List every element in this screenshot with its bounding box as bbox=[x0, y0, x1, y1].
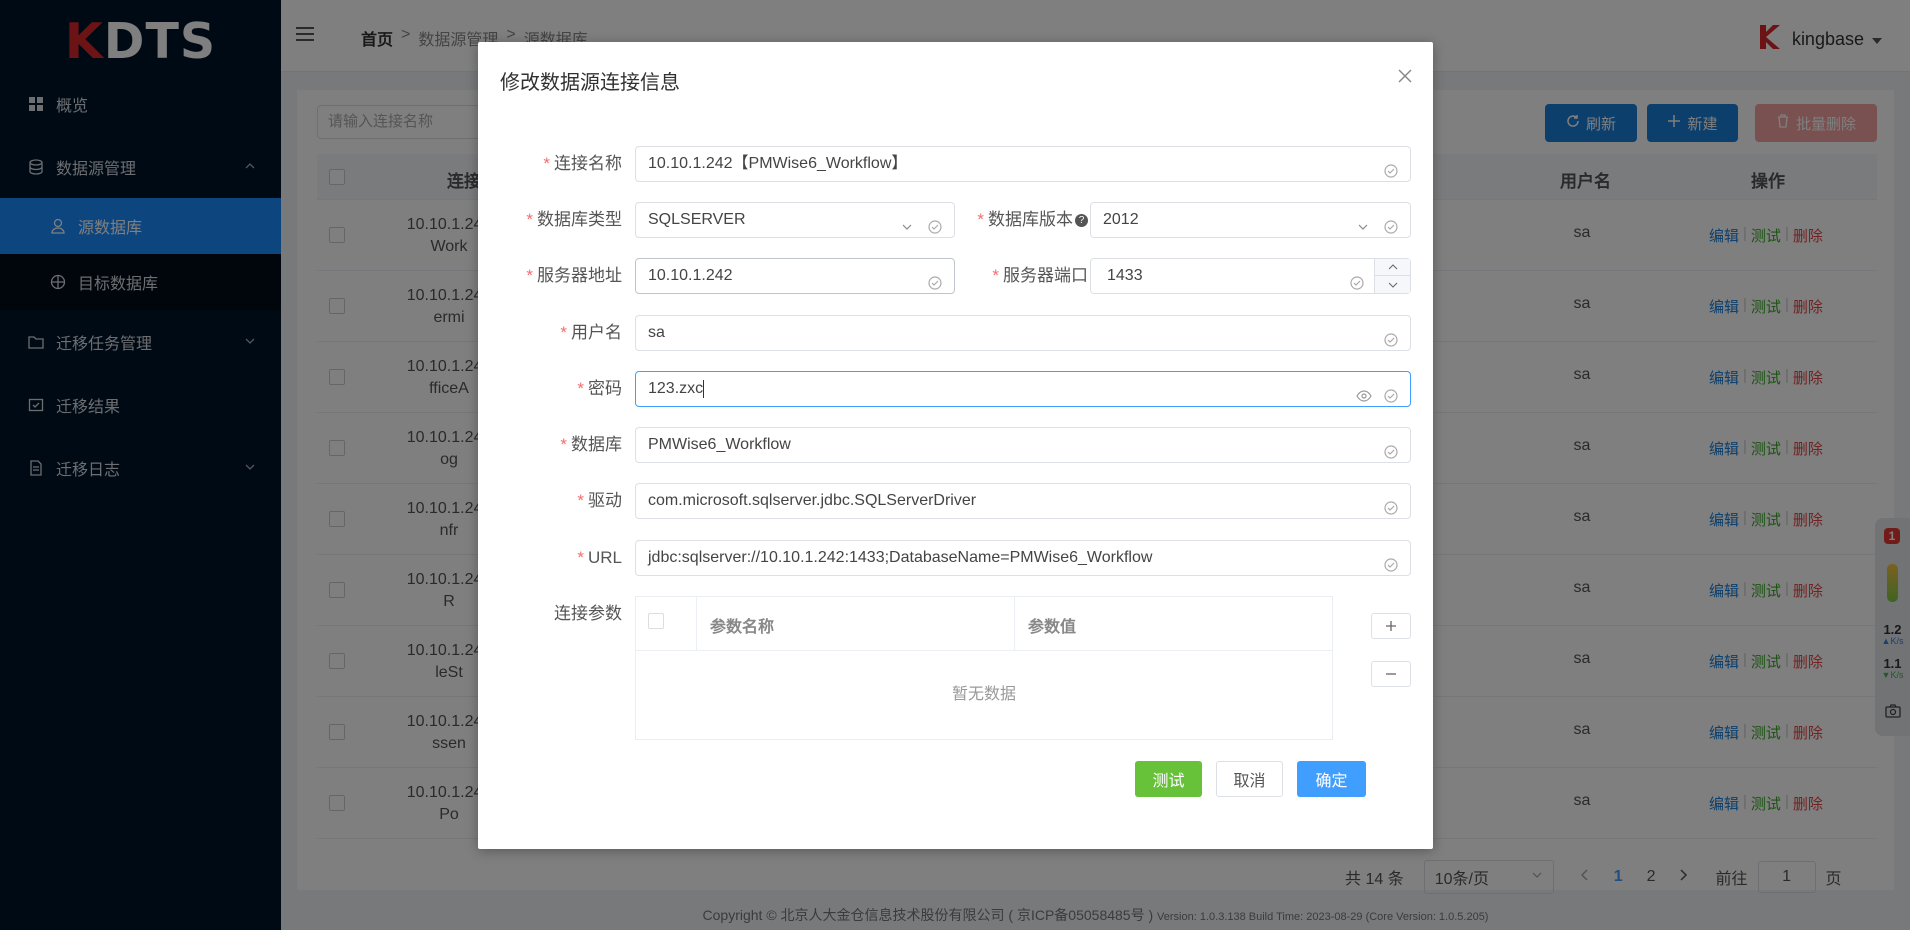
db-type-select[interactable]: SQLSERVER bbox=[635, 202, 955, 238]
params-label: 连接参数 bbox=[554, 604, 622, 623]
db-type-value: SQLSERVER bbox=[648, 211, 746, 228]
db-type-label: * 数据库类型 bbox=[526, 210, 622, 229]
check-circle-icon bbox=[928, 269, 942, 290]
server-port-label: * 服务器端口 bbox=[992, 266, 1088, 285]
check-circle-icon bbox=[1350, 269, 1364, 290]
column-param-value: 参数值 bbox=[1028, 619, 1077, 636]
add-param-button[interactable] bbox=[1371, 613, 1411, 639]
url-value: jdbc:sqlserver://10.10.1.242:1433;Databa… bbox=[648, 549, 1153, 566]
server-addr-label: * 服务器地址 bbox=[526, 266, 622, 285]
server-addr-value: 10.10.1.242 bbox=[648, 267, 733, 284]
chevron-down-icon bbox=[1356, 213, 1370, 230]
edit-connection-dialog: 修改数据源连接信息 * 连接名称 10.10.1.242【PMWise6_Work… bbox=[478, 42, 1433, 849]
username-label: * 用户名 bbox=[560, 323, 622, 342]
conn-name-value: 10.10.1.242【PMWise6_Workflow】 bbox=[648, 155, 908, 172]
username-value: sa bbox=[648, 324, 665, 341]
check-circle-icon bbox=[1384, 494, 1398, 515]
password-label: * 密码 bbox=[577, 379, 622, 398]
server-port-value: 1433 bbox=[1107, 267, 1143, 284]
password-input[interactable]: 123.zxc bbox=[635, 371, 1411, 407]
cancel-button[interactable]: 取消 bbox=[1216, 761, 1283, 797]
test-button[interactable]: 测试 bbox=[1135, 761, 1202, 797]
check-circle-icon bbox=[1384, 438, 1398, 459]
database-input[interactable]: PMWise6_Workflow bbox=[635, 427, 1411, 463]
server-addr-input[interactable]: 10.10.1.242 bbox=[635, 258, 955, 294]
close-icon[interactable] bbox=[1397, 68, 1413, 84]
check-circle-icon bbox=[1384, 382, 1398, 403]
database-label: * 数据库 bbox=[560, 435, 622, 454]
driver-value: com.microsoft.sqlserver.jdbc.SQLServerDr… bbox=[648, 492, 977, 509]
params-table: 参数名称 参数值 暂无数据 bbox=[635, 596, 1333, 740]
password-value: 123.zxc bbox=[648, 380, 704, 397]
server-port-input[interactable]: 1433 bbox=[1090, 258, 1411, 294]
divider bbox=[1014, 597, 1015, 651]
chevron-down-icon bbox=[900, 213, 914, 230]
driver-label: * 驱动 bbox=[577, 491, 622, 510]
url-input[interactable]: jdbc:sqlserver://10.10.1.242:1433;Databa… bbox=[635, 540, 1411, 576]
check-circle-icon bbox=[1384, 157, 1398, 178]
confirm-button[interactable]: 确定 bbox=[1297, 761, 1366, 797]
params-header: 参数名称 参数值 bbox=[636, 597, 1332, 651]
db-version-select[interactable]: 2012 bbox=[1090, 202, 1411, 238]
db-version-value: 2012 bbox=[1103, 211, 1139, 228]
remove-param-button[interactable] bbox=[1371, 661, 1411, 687]
check-circle-icon bbox=[928, 213, 942, 234]
help-icon[interactable]: ? bbox=[1075, 214, 1088, 228]
check-circle-icon bbox=[1384, 326, 1398, 347]
username-input[interactable]: sa bbox=[635, 315, 1411, 351]
database-value: PMWise6_Workflow bbox=[648, 436, 791, 453]
check-circle-icon bbox=[1384, 551, 1398, 572]
divider bbox=[696, 597, 697, 651]
port-increase-button[interactable] bbox=[1374, 259, 1410, 276]
conn-name-label: * 连接名称 bbox=[543, 154, 622, 173]
column-param-name: 参数名称 bbox=[710, 619, 775, 636]
text-cursor bbox=[703, 379, 705, 398]
driver-input[interactable]: com.microsoft.sqlserver.jdbc.SQLServerDr… bbox=[635, 483, 1411, 519]
eye-icon[interactable] bbox=[1356, 382, 1372, 402]
port-decrease-button[interactable] bbox=[1374, 276, 1410, 293]
conn-name-input[interactable]: 10.10.1.242【PMWise6_Workflow】 bbox=[635, 146, 1411, 182]
url-label: * URL bbox=[577, 548, 622, 567]
dialog-title: 修改数据源连接信息 bbox=[500, 72, 680, 94]
db-version-label: * 数据库版本? bbox=[968, 202, 1088, 238]
check-circle-icon bbox=[1384, 213, 1398, 234]
params-select-all-checkbox[interactable] bbox=[648, 613, 664, 629]
empty-text: 暂无数据 bbox=[951, 686, 1016, 703]
